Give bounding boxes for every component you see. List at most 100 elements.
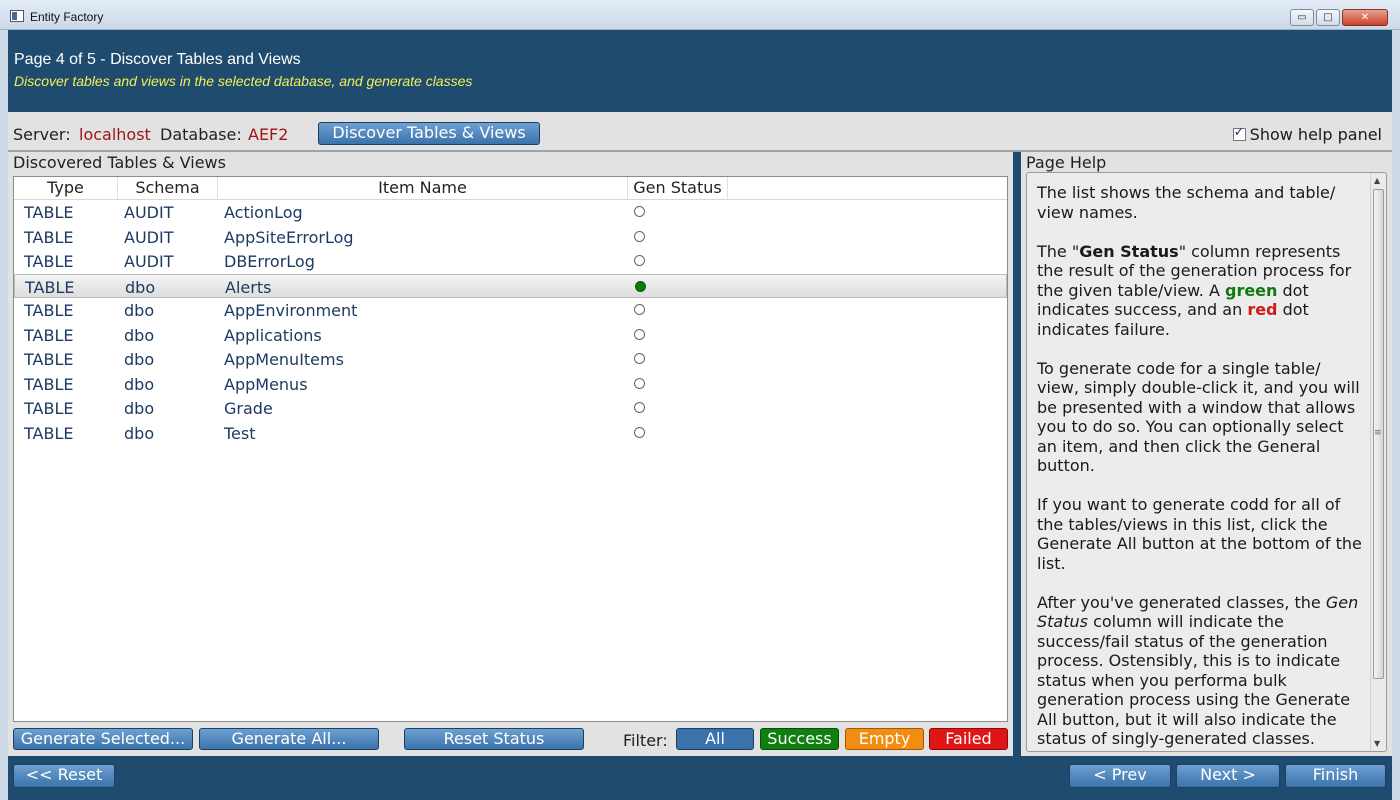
status-empty-dot-icon: [634, 402, 645, 413]
page-header: Page 4 of 5 - Discover Tables and Views …: [8, 30, 1392, 112]
row-type: TABLE: [24, 325, 74, 345]
database-value: AEF2: [248, 125, 289, 144]
help-paragraph: After you've generated classes, the Gen …: [1037, 592, 1359, 749]
discovered-list-pane: Discovered Tables & Views Type Schema It…: [8, 152, 1012, 756]
scroll-down-icon[interactable]: ▼: [1374, 739, 1380, 748]
prev-button[interactable]: < Prev: [1069, 764, 1171, 788]
table-row[interactable]: TABLE dbo Alerts: [14, 273, 1007, 298]
table-row[interactable]: TABLE dbo AppMenus: [14, 372, 1007, 397]
table-row[interactable]: TABLE dbo Test: [14, 421, 1007, 446]
help-paragraph: The list shows the schema and table/ vie…: [1037, 183, 1336, 222]
row-type: TABLE: [24, 423, 74, 443]
table-row[interactable]: TABLE dbo Applications: [14, 323, 1007, 348]
filter-label: Filter:: [623, 731, 668, 750]
status-empty-dot-icon: [634, 353, 645, 364]
list-rows: TABLE AUDIT ActionLog TABLE AUDIT AppSiteErro…: [14, 200, 1007, 445]
reset-status-button[interactable]: Reset Status: [404, 728, 584, 750]
server-label: Server:: [13, 125, 71, 144]
row-type: TABLE: [24, 203, 74, 222]
row-type: TABLE: [24, 227, 74, 247]
connection-bar: Server: localhost Database: AEF2 Discove…: [8, 112, 1392, 152]
table-row[interactable]: TABLE AUDIT ActionLog: [14, 200, 1007, 225]
column-header-type[interactable]: Type: [14, 177, 118, 200]
list-header: Type Schema Item Name Gen Status: [14, 177, 1007, 200]
row-item-name: Alerts: [225, 277, 272, 297]
row-schema: dbo: [125, 277, 156, 297]
row-item-name: Grade: [224, 399, 273, 418]
column-header-gen-status[interactable]: Gen Status: [628, 177, 728, 200]
list-label: Discovered Tables & Views: [13, 153, 226, 172]
page-subtitle: Discover tables and views in the selecte…: [14, 73, 473, 89]
table-row[interactable]: TABLE dbo AppMenuItems: [14, 347, 1007, 372]
help-scrollbar[interactable]: ▲ ≡ ▼: [1370, 173, 1386, 751]
table-row[interactable]: TABLE dbo Grade: [14, 396, 1007, 421]
help-text: The list shows the schema and table/ vie…: [1037, 183, 1367, 751]
row-schema: dbo: [124, 423, 155, 443]
help-title: Page Help: [1026, 153, 1107, 172]
table-row[interactable]: TABLE AUDIT DBErrorLog: [14, 249, 1007, 274]
window-controls: ▭ □ ✕: [1290, 9, 1388, 26]
window-title: Entity Factory: [30, 10, 104, 24]
main-area: Server: localhost Database: AEF2 Discove…: [8, 112, 1392, 756]
row-item-name: AppEnvironment: [224, 301, 358, 320]
table-row[interactable]: TABLE dbo AppEnvironment: [14, 298, 1007, 323]
help-pane: Page Help The list shows the schema and …: [1021, 152, 1392, 756]
maximize-icon[interactable]: □: [1316, 9, 1340, 26]
status-empty-dot-icon: [634, 230, 645, 242]
filter-all-button[interactable]: All: [676, 728, 754, 750]
row-item-name: AppMenuItems: [224, 350, 344, 369]
table-row[interactable]: TABLE AUDIT AppSiteErrorLog: [14, 225, 1007, 250]
scroll-up-icon[interactable]: ▲: [1374, 176, 1380, 185]
status-empty-dot-icon: [634, 328, 645, 340]
row-type: TABLE: [24, 374, 74, 394]
finish-button[interactable]: Finish: [1285, 764, 1386, 788]
wizard-footer: << Reset < Prev Next > Finish: [8, 756, 1392, 800]
row-item-name: Applications: [224, 325, 322, 345]
status-empty-dot-icon: [634, 426, 645, 438]
filter-empty-button[interactable]: Empty: [845, 728, 924, 750]
row-schema: dbo: [124, 374, 155, 394]
row-schema: AUDIT: [124, 203, 174, 222]
row-item-name: AppSiteErrorLog: [224, 227, 354, 247]
discover-tables-button[interactable]: Discover Tables & Views: [318, 122, 540, 145]
show-help-toggle[interactable]: Show help panel: [1232, 125, 1382, 144]
help-paragraph: To generate code for a single table/ vie…: [1037, 358, 1360, 476]
row-item-name: DBErrorLog: [224, 252, 315, 271]
pane-splitter[interactable]: [1013, 152, 1021, 756]
row-schema: dbo: [124, 325, 155, 345]
generate-selected-button[interactable]: Generate Selected...: [13, 728, 193, 750]
tables-list[interactable]: Type Schema Item Name Gen Status TABLE AU…: [13, 176, 1008, 722]
help-paragraph: The "Gen Status" column represents the r…: [1037, 241, 1352, 339]
status-empty-dot-icon: [634, 377, 645, 389]
status-empty-dot-icon: [634, 255, 645, 266]
next-button[interactable]: Next >: [1176, 764, 1280, 788]
row-type: TABLE: [24, 350, 74, 369]
row-item-name: ActionLog: [224, 203, 303, 222]
row-item-name: Test: [224, 423, 256, 443]
row-type: TABLE: [24, 301, 74, 320]
server-value: localhost: [79, 125, 151, 144]
status-success-dot-icon: [635, 280, 646, 292]
row-schema: AUDIT: [124, 227, 174, 247]
status-empty-dot-icon: [634, 206, 645, 217]
app-icon: [10, 10, 24, 22]
row-schema: dbo: [124, 350, 155, 369]
row-item-name: AppMenus: [224, 374, 308, 394]
generate-all-button[interactable]: Generate All...: [199, 728, 379, 750]
column-header-schema[interactable]: Schema: [118, 177, 218, 200]
show-help-label: Show help panel: [1249, 125, 1382, 144]
close-icon[interactable]: ✕: [1342, 9, 1388, 26]
row-schema: dbo: [124, 399, 155, 418]
filter-success-button[interactable]: Success: [760, 728, 839, 750]
show-help-checkbox[interactable]: [1232, 125, 1246, 141]
column-header-item-name[interactable]: Item Name: [218, 177, 628, 200]
row-type: TABLE: [25, 277, 75, 297]
row-type: TABLE: [24, 399, 74, 418]
row-type: TABLE: [24, 252, 74, 271]
reset-button[interactable]: << Reset: [13, 764, 115, 788]
status-empty-dot-icon: [634, 304, 645, 315]
grip-icon: ≡: [1374, 428, 1382, 438]
minimize-icon[interactable]: ▭: [1290, 9, 1314, 26]
row-schema: AUDIT: [124, 252, 174, 271]
filter-failed-button[interactable]: Failed: [929, 728, 1008, 750]
